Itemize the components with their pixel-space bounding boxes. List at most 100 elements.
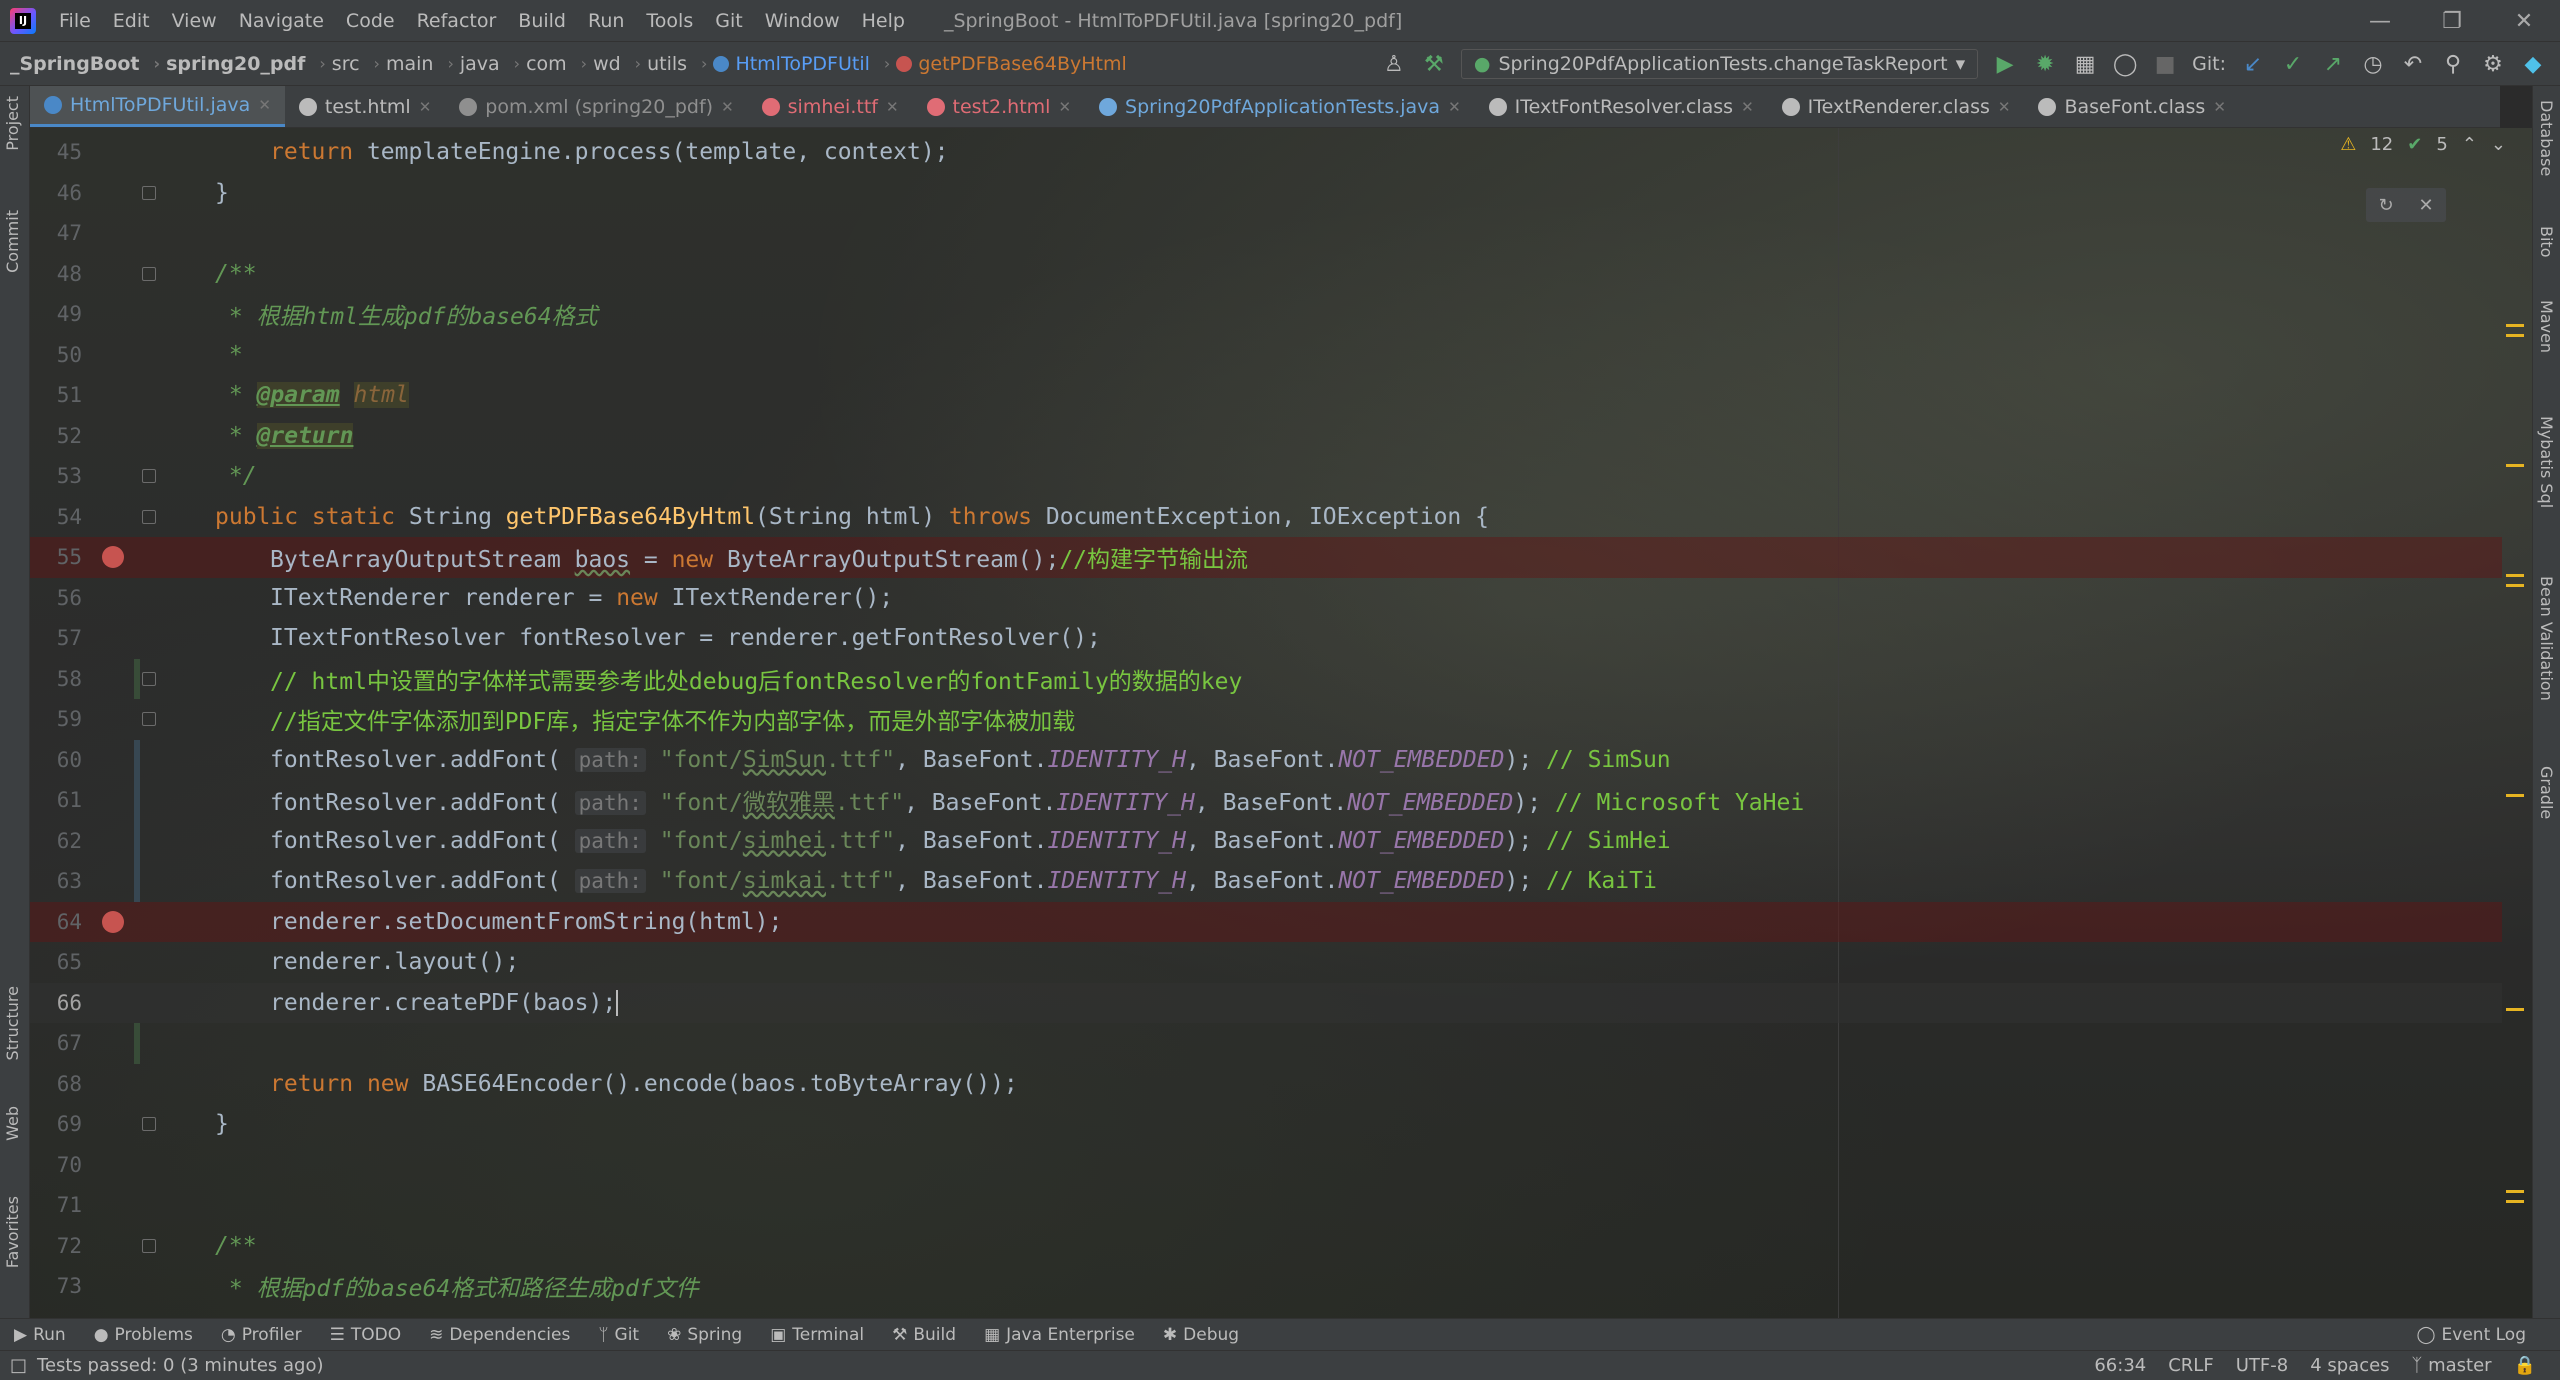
close-icon[interactable]: ✕ <box>2213 98 2226 116</box>
close-icon[interactable]: ✕ <box>1741 98 1754 116</box>
tool-window-profiler[interactable]: ◔ Profiler <box>207 1325 316 1345</box>
fold-marker-icon[interactable] <box>142 509 156 524</box>
caret-position[interactable]: 66:34 <box>2094 1355 2146 1376</box>
error-stripe[interactable] <box>2506 128 2526 1318</box>
code-line[interactable]: 63 fontResolver.addFont( path: "font/simk… <box>30 861 2502 902</box>
tool-window-bean-validation[interactable]: Bean Validation <box>2537 576 2556 701</box>
stripe-mark[interactable] <box>2506 574 2524 577</box>
tool-window-debug[interactable]: ✱ Debug <box>1149 1325 1253 1345</box>
vcs-change-marker[interactable] <box>134 1023 140 1064</box>
breadcrumb-item[interactable]: › java <box>437 53 503 75</box>
breakpoint-icon[interactable] <box>102 910 124 933</box>
file-encoding[interactable]: UTF-8 <box>2236 1355 2288 1376</box>
fold-marker-icon[interactable] <box>142 1238 156 1253</box>
editor-tab[interactable]: HtmlToPDFUtil.java ✕ <box>30 86 285 127</box>
indent-setting[interactable]: 4 spaces <box>2310 1355 2389 1376</box>
stripe-mark[interactable] <box>2506 324 2524 327</box>
tool-window-dependencies[interactable]: ≋ Dependencies <box>415 1325 584 1345</box>
code-line[interactable]: 60 fontResolver.addFont( path: "font/SimS… <box>30 739 2502 780</box>
fold-marker-icon[interactable] <box>142 185 156 200</box>
code-line[interactable]: 45 return templateEngine.process(template… <box>30 132 2502 173</box>
editor-tab[interactable]: simhei.ttf ✕ <box>748 86 913 127</box>
tool-window-event-log[interactable]: ◯ Event Log <box>2403 1325 2541 1345</box>
editor-tab[interactable]: test2.html ✕ <box>913 86 1085 127</box>
close-icon[interactable]: ✕ <box>1998 98 2011 116</box>
tool-window-terminal[interactable]: ▣ Terminal <box>756 1325 878 1345</box>
code-line[interactable]: 65 renderer.layout(); <box>30 942 2502 983</box>
breadcrumb-item[interactable]: › wd <box>571 53 625 75</box>
editor-tab[interactable]: ITextRenderer.class ✕ <box>1768 86 2025 127</box>
reload-icon[interactable]: ↻ <box>2378 195 2393 216</box>
tool-window-todo[interactable]: ☰ TODO <box>316 1325 416 1345</box>
fold-marker-icon[interactable] <box>142 469 156 484</box>
rollback-icon[interactable]: ↶ <box>2400 52 2426 77</box>
code-line[interactable]: 53 */ <box>30 456 2502 497</box>
menu-view[interactable]: View <box>161 10 228 32</box>
breadcrumb-item[interactable]: › utils <box>625 53 691 75</box>
stripe-mark[interactable] <box>2506 1008 2524 1011</box>
layout-toggle-icon[interactable]: □ <box>10 1355 27 1376</box>
code-line[interactable]: 52 * @return <box>30 416 2502 457</box>
stripe-mark[interactable] <box>2506 794 2524 797</box>
code-line[interactable]: 70 <box>30 1145 2502 1186</box>
breakpoint-icon[interactable] <box>102 546 124 569</box>
tool-window-bito[interactable]: Bito <box>2537 226 2556 257</box>
code-line[interactable]: 68 return new BASE64Encoder().encode(baos… <box>30 1064 2502 1105</box>
vcs-change-marker[interactable] <box>134 780 140 821</box>
run-configuration-select[interactable]: ● Spring20PdfApplicationTests.changeTask… <box>1460 49 1979 79</box>
menu-code[interactable]: Code <box>335 10 406 32</box>
stripe-mark[interactable] <box>2506 1190 2524 1193</box>
coverage-icon[interactable]: ▦ <box>2072 52 2098 77</box>
tool-window-commit[interactable]: Commit <box>3 210 22 273</box>
code-line[interactable]: 67 <box>30 1023 2502 1064</box>
minimize-icon[interactable]: — <box>2344 0 2416 42</box>
plugin-icon[interactable]: ◆ <box>2520 52 2546 77</box>
close-icon[interactable]: ✕ <box>721 98 734 116</box>
stripe-mark[interactable] <box>2506 1200 2524 1203</box>
code-line[interactable]: 54 public static String getPDFBase64ByHtm… <box>30 497 2502 538</box>
menu-git[interactable]: Git <box>704 10 753 32</box>
git-branch[interactable]: ᛉ master <box>2412 1355 2492 1376</box>
code-line[interactable]: 73 * 根据pdf的base64格式和路径生成pdf文件 <box>30 1266 2502 1307</box>
chevron-down-icon[interactable]: ⌄ <box>2491 134 2506 155</box>
close-icon[interactable]: ✕ <box>2488 0 2560 42</box>
code-line[interactable]: 51 * @param html <box>30 375 2502 416</box>
code-line[interactable]: 62 fontResolver.addFont( path: "font/simh… <box>30 820 2502 861</box>
code-line[interactable]: 64 renderer.setDocumentFromString(html); <box>30 901 2502 942</box>
code-line[interactable]: 50 * <box>30 335 2502 376</box>
menu-refactor[interactable]: Refactor <box>406 10 508 32</box>
stripe-mark[interactable] <box>2506 464 2524 467</box>
build-hammer-icon[interactable]: ⚒ <box>1421 52 1447 77</box>
close-icon[interactable]: ✕ <box>1448 98 1461 116</box>
tool-window-web[interactable]: Web <box>3 1106 22 1141</box>
restore-icon[interactable]: ❐ <box>2416 0 2488 42</box>
code-line[interactable]: 71 <box>30 1185 2502 1226</box>
menu-help[interactable]: Help <box>851 10 916 32</box>
close-icon[interactable]: ✕ <box>2418 195 2433 216</box>
code-line[interactable]: 61 fontResolver.addFont( path: "font/微软雅黑… <box>30 780 2502 821</box>
chevron-up-icon[interactable]: ⌃ <box>2462 134 2477 155</box>
fold-marker-icon[interactable] <box>142 1117 156 1132</box>
git-push-icon[interactable]: ↗ <box>2320 52 2346 77</box>
close-icon[interactable]: ✕ <box>886 98 899 116</box>
breadcrumb-class[interactable]: › HtmlToPDFUtil <box>691 53 874 75</box>
editor-tab[interactable]: ITextFontResolver.class ✕ <box>1475 86 1768 127</box>
status-message[interactable]: Tests passed: 0 (3 minutes ago) <box>37 1355 324 1376</box>
fold-marker-icon[interactable] <box>142 712 156 727</box>
code-line[interactable]: 49 * 根据html生成pdf的base64格式 <box>30 294 2502 335</box>
code-line[interactable]: 55 ByteArrayOutputStream baos = new ByteA… <box>30 537 2502 578</box>
user-icon[interactable]: ♙ <box>1381 52 1407 77</box>
breadcrumb-item[interactable]: › com <box>504 53 571 75</box>
breadcrumb-item[interactable]: › src <box>309 53 363 75</box>
vcs-change-marker[interactable] <box>134 861 140 902</box>
tool-window-problems[interactable]: ● Problems <box>80 1325 207 1345</box>
code-editor[interactable]: 45 return templateEngine.process(template… <box>30 128 2532 1318</box>
menu-file[interactable]: File <box>48 10 102 32</box>
tool-window-mybatis-sql[interactable]: Mybatis Sql <box>2537 416 2556 508</box>
close-icon[interactable]: ✕ <box>419 98 432 116</box>
menu-run[interactable]: Run <box>577 10 635 32</box>
code-line[interactable]: 47 <box>30 213 2502 254</box>
tool-window-spring[interactable]: ❀ Spring <box>653 1325 756 1345</box>
history-icon[interactable]: ◷ <box>2360 52 2386 77</box>
breadcrumb-method[interactable]: › getPDFBase64ByHtml <box>874 53 1131 75</box>
